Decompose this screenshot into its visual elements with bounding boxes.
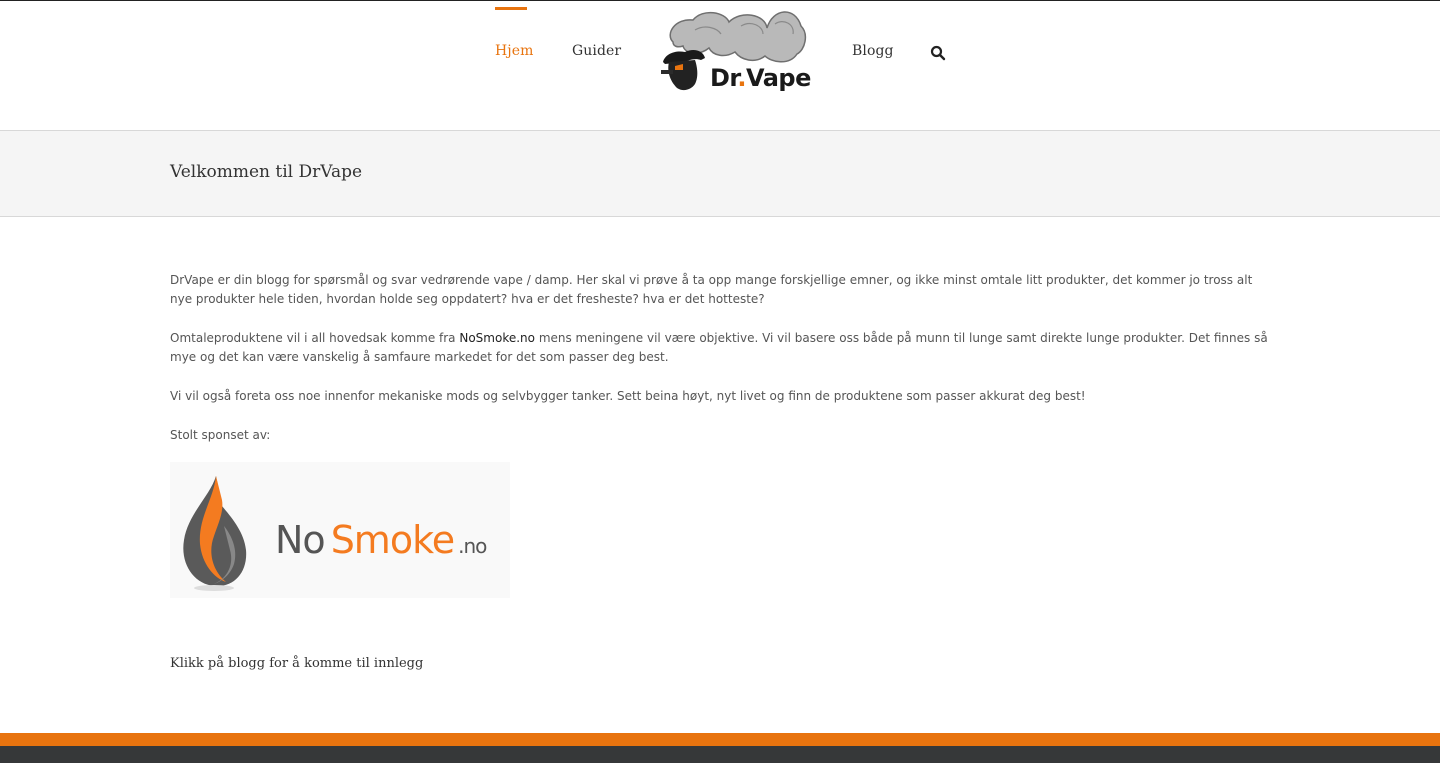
nosmoke-sponsor-logo[interactable]: No Smoke .no bbox=[170, 462, 510, 598]
products-text-before: Omtaleproduktene vil i all hovedsak komm… bbox=[170, 331, 460, 345]
footer-accent-bar bbox=[0, 733, 1440, 746]
sponsor-label: Stolt sponset av: bbox=[170, 428, 271, 442]
products-paragraph: Omtaleproduktene vil i all hovedsak komm… bbox=[170, 329, 1270, 367]
main-content: DrVape er din blogg for spørsmål og svar… bbox=[170, 271, 1270, 465]
nav-item-hjem[interactable]: Hjem bbox=[495, 43, 534, 59]
search-icon[interactable] bbox=[930, 45, 946, 61]
nosmoke-wordmark: No Smoke .no bbox=[275, 518, 487, 562]
footer-dark-bar bbox=[0, 746, 1440, 763]
nav-item-guider[interactable]: Guider bbox=[572, 43, 621, 59]
flame-icon bbox=[183, 476, 247, 591]
logo-text: Dr.Vape bbox=[710, 64, 811, 92]
page-title: Velkommen til DrVape bbox=[170, 162, 363, 182]
active-nav-indicator bbox=[495, 7, 527, 10]
page-title-bar: Velkommen til DrVape bbox=[0, 130, 1440, 217]
intro-paragraph: DrVape er din blogg for spørsmål og svar… bbox=[170, 273, 1253, 306]
site-header: Hjem Guider Dr.Vape Blogg bbox=[0, 1, 1440, 130]
blog-instruction-text: Klikk på blogg for å komme til innlegg bbox=[170, 656, 424, 671]
nosmoke-link[interactable]: NoSmoke.no bbox=[459, 331, 535, 345]
site-logo[interactable]: Dr.Vape bbox=[655, 4, 815, 99]
mods-paragraph: Vi vil også foreta oss noe innenfor meka… bbox=[170, 389, 1086, 403]
nav-item-blogg[interactable]: Blogg bbox=[852, 43, 894, 59]
